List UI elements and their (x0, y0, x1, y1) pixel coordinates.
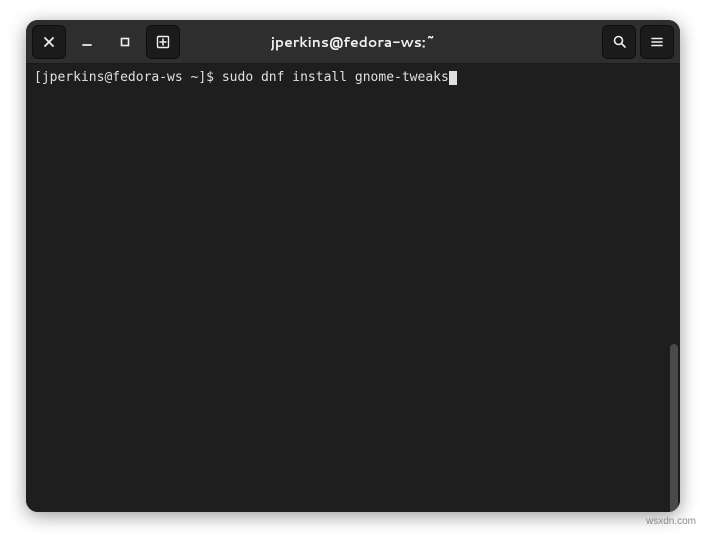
hamburger-icon (650, 35, 664, 49)
titlebar-left (32, 25, 180, 59)
maximize-icon (119, 36, 131, 48)
menu-button[interactable] (640, 25, 674, 59)
window-title: jperkins@fedora-ws:~ (271, 32, 435, 52)
maximize-button[interactable] (108, 25, 142, 59)
titlebar-right (602, 25, 674, 59)
close-button[interactable] (32, 25, 66, 59)
terminal-window: jperkins@fedora-ws:~ [jperkins@fedora-ws… (26, 20, 680, 512)
new-tab-button[interactable] (146, 25, 180, 59)
command-text: sudo dnf install gnome-tweaks (222, 70, 449, 85)
search-button[interactable] (602, 25, 636, 59)
minimize-button[interactable] (70, 25, 104, 59)
close-icon (43, 36, 55, 48)
titlebar: jperkins@fedora-ws:~ (26, 20, 680, 64)
watermark: wsxdn.com (646, 516, 696, 527)
minimize-icon (81, 36, 93, 48)
prompt: [jperkins@fedora-ws ~]$ (34, 70, 222, 85)
terminal-body[interactable]: [jperkins@fedora-ws ~]$ sudo dnf install… (26, 64, 680, 512)
cursor (449, 71, 457, 85)
search-icon (612, 34, 627, 49)
new-tab-icon (155, 34, 171, 50)
scrollbar[interactable] (670, 344, 678, 512)
